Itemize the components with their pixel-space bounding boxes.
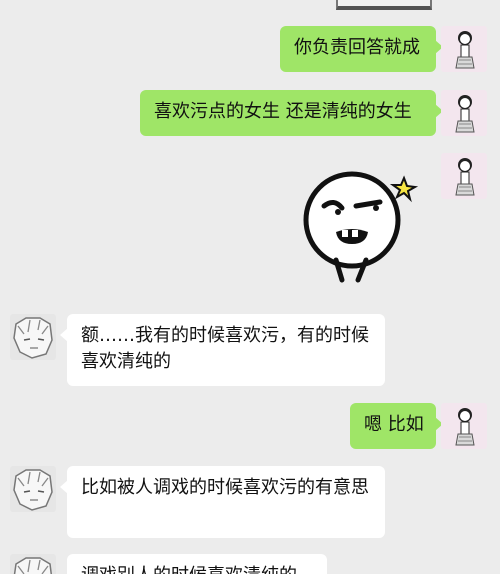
girl-avatar-icon [455, 158, 475, 196]
my-avatar[interactable] [441, 26, 487, 72]
chat-window[interactable]: 你负责回答就成 喜欢污点的女生 还是清纯的女生 额……我有的时候喜欢污，有的时候… [0, 0, 500, 574]
my-avatar[interactable] [441, 153, 487, 199]
sketch-boy-avatar-icon [13, 317, 53, 359]
smirk-face-sticker[interactable] [296, 160, 426, 285]
contact-avatar[interactable] [10, 554, 56, 574]
girl-avatar-icon [455, 31, 475, 69]
my-message-bubble[interactable]: 喜欢污点的女生 还是清纯的女生 [140, 90, 443, 136]
my-avatar[interactable] [441, 403, 487, 449]
girl-avatar-icon [455, 95, 475, 133]
my-message-bubble[interactable]: 你负责回答就成 [280, 26, 443, 72]
my-avatar[interactable] [441, 90, 487, 136]
sketch-boy-avatar-icon [13, 557, 53, 574]
previous-message-edge [336, 0, 432, 10]
sketch-boy-avatar-icon [13, 469, 53, 511]
contact-avatar[interactable] [10, 466, 56, 512]
contact-message-bubble[interactable]: 调戏别人的时候喜欢清纯的 [67, 554, 327, 574]
contact-message-bubble[interactable]: 额……我有的时候喜欢污，有的时候喜欢清纯的 [60, 314, 385, 386]
my-message-bubble[interactable]: 嗯 比如 [350, 403, 443, 449]
girl-avatar-icon [455, 408, 475, 446]
smirk-face-icon [303, 171, 419, 283]
contact-message-bubble[interactable]: 比如被人调戏的时候喜欢污的有意思 [60, 466, 385, 538]
contact-avatar[interactable] [10, 314, 56, 360]
